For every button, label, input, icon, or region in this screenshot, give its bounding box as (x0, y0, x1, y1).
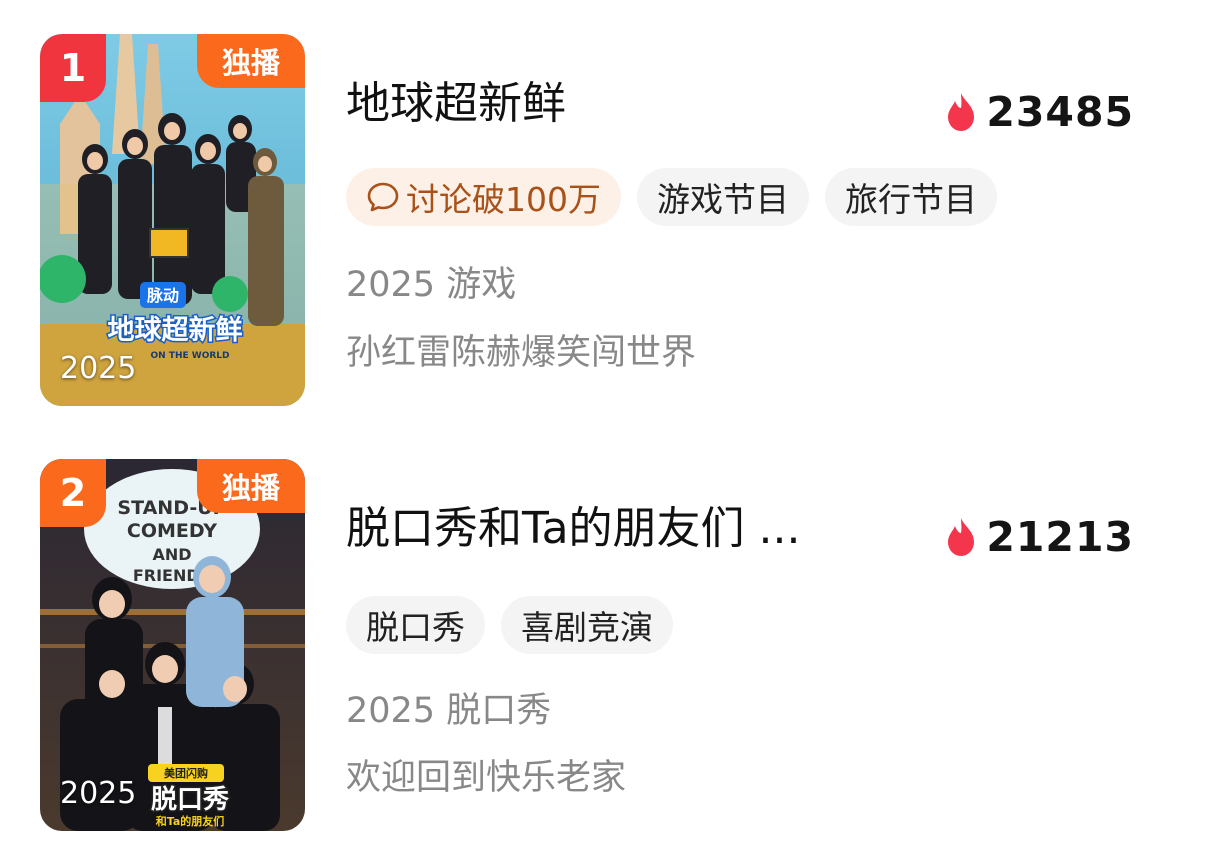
poster-subtitle: 和Ta的朋友们 (156, 814, 225, 828)
show-description: 孙红雷陈赫爆笑闯世界 (346, 333, 697, 373)
heat-value: 23485 (986, 88, 1134, 136)
show-meta: 2025 脱口秀 (346, 691, 552, 731)
flame-icon (948, 518, 975, 556)
comment-bubble-icon (367, 182, 399, 212)
rank-badge: 1 (40, 34, 106, 102)
poster-sign-line: AND (152, 545, 191, 564)
show-description: 欢迎回到快乐老家 (346, 758, 627, 798)
show-title[interactable]: 地球超新鲜 (346, 78, 916, 131)
poster-brand: 脉动 (146, 286, 179, 305)
exclusive-badge: 独播 (197, 34, 305, 88)
show-meta: 2025 游戏 (346, 265, 517, 305)
rank-badge: 2 (40, 459, 106, 527)
tag-label: 讨论破100万 (406, 180, 601, 219)
poster-year: 2025 (60, 351, 137, 386)
poster-subtitle: ON THE WORLD (151, 351, 230, 361)
tag-genre[interactable]: 喜剧竞演 (501, 596, 673, 654)
tag-genre[interactable]: 旅行节目 (825, 168, 997, 226)
poster-image[interactable]: 脉动 地球超新鲜 ON THE WORLD 1 独播 2025 (40, 34, 305, 406)
poster-image[interactable]: STAND-UP COMEDY AND FRIENDS 美团闪购 脱口秀 和Ta… (40, 459, 305, 831)
ranking-item[interactable]: 脉动 地球超新鲜 ON THE WORLD 1 独播 2025 地球超新鲜 23… (40, 34, 1180, 406)
heat-value: 21213 (986, 513, 1134, 561)
poster-title: 地球超新鲜 (108, 314, 243, 346)
flame-icon (948, 93, 975, 131)
exclusive-badge: 独播 (197, 459, 305, 513)
tag-discussion[interactable]: 讨论破100万 (346, 168, 621, 226)
poster-title: 脱口秀 (151, 785, 229, 815)
show-title[interactable]: 脱口秀和Ta的朋友们 ... (346, 503, 916, 556)
tag-list: 讨论破100万 游戏节目 旅行节目 (346, 168, 997, 226)
tag-genre[interactable]: 游戏节目 (637, 168, 809, 226)
ranking-item[interactable]: STAND-UP COMEDY AND FRIENDS 美团闪购 脱口秀 和Ta… (40, 459, 1180, 831)
heat-score: 23485 (944, 88, 1134, 136)
poster-brand: 美团闪购 (164, 766, 208, 780)
heat-score: 21213 (944, 513, 1134, 561)
tag-list: 脱口秀 喜剧竞演 (346, 596, 673, 654)
poster-sign-line: COMEDY (127, 520, 217, 542)
tag-genre[interactable]: 脱口秀 (346, 596, 485, 654)
poster-year: 2025 (60, 776, 137, 811)
